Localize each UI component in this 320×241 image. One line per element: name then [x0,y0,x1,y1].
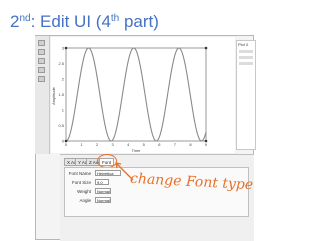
toolbar-button[interactable] [38,76,45,82]
cursor-marker[interactable] [204,139,208,143]
x-axis-label: Time [132,148,142,153]
slide-title: 2nd: Edit UI (4th part) [10,12,159,32]
cursor-marker[interactable] [64,46,68,50]
legend-row[interactable] [239,50,253,53]
legend-row[interactable] [239,56,253,59]
title-suffix: part) [119,12,159,31]
plot-legend-label: Plot 0 [238,42,249,47]
title-prefix-superscript: nd [19,13,31,24]
font-size-label: Font Size [71,180,91,185]
cursor-marker[interactable] [204,46,208,50]
toolbar-button[interactable] [38,40,45,46]
weight-select[interactable]: Normal [95,188,111,194]
y-axis-label: Amplitude [51,86,56,105]
title-main: : Edit UI (4 [30,12,111,31]
toolbar-button[interactable] [38,67,45,73]
plot-toolbar [35,36,50,154]
title-th-superscript: th [110,13,120,24]
y-tick-label: 0.5 [58,123,64,128]
weight-label: Weight [77,189,91,194]
plot-area: 32.521.510.50 0123456789 Amplitude Time [50,36,236,154]
y-tick-label: 2.5 [58,61,64,66]
plot-legend-panel: Plot 0 [236,40,256,150]
toolbar-button[interactable] [38,58,45,64]
font-name-label: Font Name [68,171,91,176]
toolbar-button[interactable] [38,49,45,55]
font-size-field[interactable]: 9.0 [95,179,109,185]
angle-label: Angle [79,198,91,203]
cursor-marker[interactable] [64,139,68,143]
y-tick-label: 1.5 [58,92,64,97]
legend-row[interactable] [239,62,253,65]
angle-select[interactable]: Normal [95,197,111,203]
